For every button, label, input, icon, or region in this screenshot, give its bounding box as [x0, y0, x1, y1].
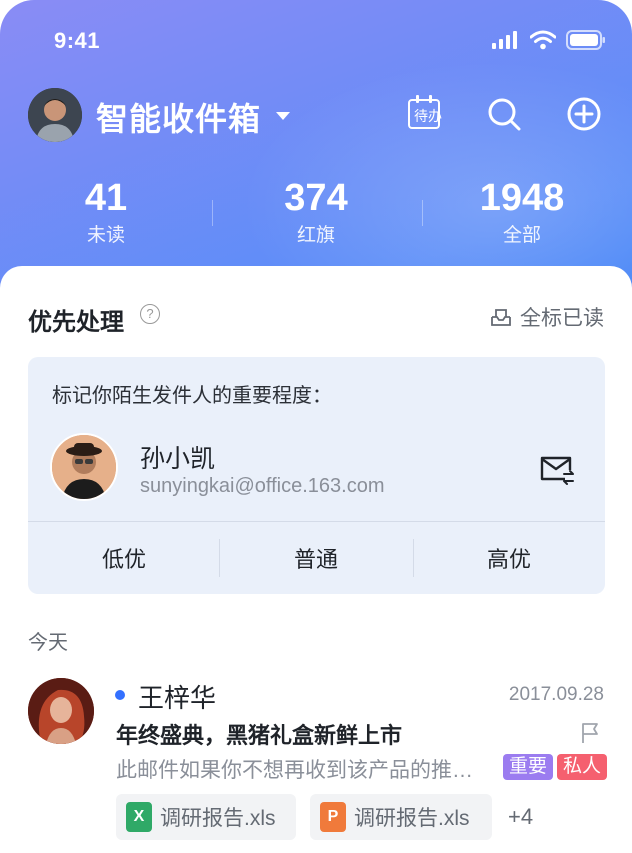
- wifi-icon: [530, 30, 556, 50]
- stat-divider: [212, 200, 213, 226]
- content-card: 优先处理 ? 全标已读 标记你陌生发件人的重要程度： 孙小凯 sunyingka…: [0, 266, 632, 853]
- battery-icon: [566, 30, 605, 50]
- user-avatar-image: [28, 88, 82, 142]
- attachment-name: 调研报告.xls: [354, 807, 470, 830]
- mail-subject: 年终盛典，黑猪礼盒新鲜上市: [116, 723, 403, 748]
- flag-icon: [582, 723, 598, 743]
- inbox-title[interactable]: 智能收件箱: [96, 94, 261, 140]
- priority-high-button[interactable]: 高优: [413, 522, 605, 594]
- status-icons: [492, 30, 606, 50]
- mail-stats: 41 未读 374 红旗 1948 全部: [0, 178, 632, 248]
- mail-transfer-icon: [540, 456, 574, 485]
- search-button[interactable]: [484, 94, 524, 134]
- tag-important: 重要: [503, 754, 554, 780]
- search-icon: [488, 98, 521, 131]
- status-time: 9:41: [54, 28, 101, 53]
- priority-section-title: 优先处理: [28, 309, 124, 336]
- mark-all-read-button[interactable]: 全标已读: [490, 302, 604, 332]
- mail-sender-name: 王梓华: [138, 683, 217, 713]
- sender-avatar: [50, 433, 118, 501]
- unread-indicator: [115, 690, 125, 700]
- sender-mail-button[interactable]: [539, 455, 575, 490]
- stat-flagged-count: 374: [284, 177, 348, 219]
- stat-all[interactable]: 1948 全部: [422, 178, 622, 247]
- attachment-name: 调研报告.xls: [160, 807, 276, 830]
- stat-unread[interactable]: 41 未读: [6, 178, 206, 247]
- plus-circle-icon: [567, 97, 601, 131]
- sender-priority-panel: 标记你陌生发件人的重要程度： 孙小凯 sunyingkai@office.163…: [28, 357, 605, 594]
- ppt-file-icon: P: [320, 802, 346, 832]
- app-header: 智能收件箱 待办: [0, 82, 632, 146]
- priority-high-label: 高优: [486, 547, 531, 572]
- stat-flagged-label: 红旗: [296, 225, 335, 246]
- attachment-chip[interactable]: X 调研报告.xls: [116, 794, 296, 840]
- calendar-todo-icon: 待办: [408, 95, 442, 129]
- flag-button[interactable]: [580, 722, 600, 749]
- priority-normal-button[interactable]: 普通: [220, 522, 412, 594]
- sender-avatar-image: [52, 435, 116, 499]
- help-icon[interactable]: ?: [140, 304, 160, 324]
- mail-preview: 此邮件如果你不想再收到该产品的推送信息: [116, 759, 492, 782]
- priority-low-label: 低优: [101, 547, 146, 572]
- compose-button[interactable]: [564, 94, 604, 134]
- mark-all-read-label: 全标已读: [520, 307, 604, 330]
- mail-date: 2017.09.28: [508, 684, 604, 705]
- stat-unread-label: 未读: [86, 225, 125, 246]
- sender-name: 孙小凯: [140, 445, 216, 473]
- stat-unread-count: 41: [84, 177, 128, 219]
- phone-screen: 9:41 智能收件箱 待办 41 未读 374 红旗 1948 全部 优先处理 …: [0, 0, 632, 853]
- signal-icon: [492, 31, 517, 49]
- mail-sender-avatar-image: [28, 678, 94, 744]
- more-attachments-count[interactable]: +4: [508, 804, 533, 830]
- date-group-label: 今天: [28, 632, 68, 654]
- priority-prompt: 标记你陌生发件人的重要程度：: [52, 385, 332, 407]
- tag-private: 私人: [557, 754, 608, 780]
- mail-sender-avatar: [28, 678, 94, 744]
- todo-button[interactable]: 待办: [404, 94, 444, 134]
- stat-all-count: 1948: [479, 177, 565, 219]
- excel-file-icon: X: [126, 802, 152, 832]
- priority-low-button[interactable]: 低优: [28, 522, 220, 594]
- stat-flagged[interactable]: 374 红旗: [216, 178, 416, 247]
- status-bar: 9:41: [0, 0, 632, 80]
- attachment-chip[interactable]: P 调研报告.xls: [310, 794, 492, 840]
- chevron-down-icon[interactable]: [276, 112, 290, 120]
- sender-email: sunyingkai@office.163.com: [140, 475, 385, 497]
- user-avatar[interactable]: [28, 88, 82, 142]
- mark-read-icon: [491, 309, 511, 326]
- todo-label: 待办: [414, 108, 442, 124]
- stat-all-label: 全部: [502, 225, 541, 246]
- priority-normal-label: 普通: [293, 547, 338, 572]
